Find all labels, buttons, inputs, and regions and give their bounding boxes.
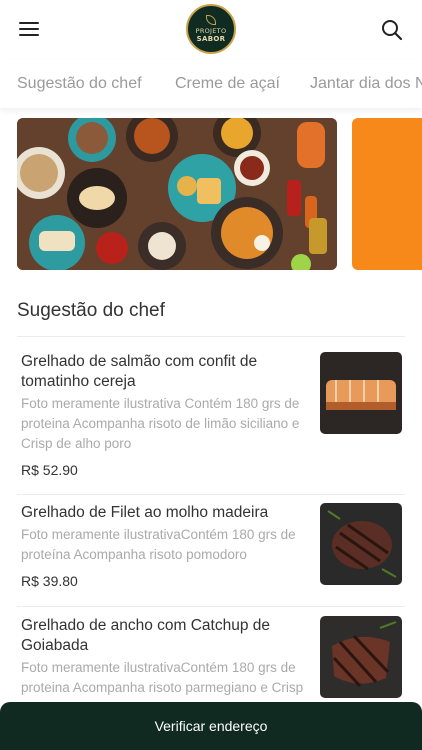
search-icon[interactable] (381, 19, 403, 41)
section-title: Sugestão do chef (17, 300, 165, 321)
item-thumb-salmao[interactable] (320, 352, 402, 434)
verify-address-button[interactable]: Verificar endereço (0, 702, 422, 750)
brand-logo[interactable]: PROJETO SABOR (186, 4, 236, 54)
item-price: R$ 52.90 (21, 462, 78, 478)
logo-line1: PROJETO (195, 27, 227, 35)
item-thumb-ancho[interactable] (320, 616, 402, 698)
tab-creme-de-acai[interactable]: Creme de açaí (175, 75, 280, 93)
verify-address-label: Verificar endereço (154, 718, 268, 734)
promo-banner-image[interactable] (17, 118, 337, 270)
tab-jantar-dia-dos-namorados[interactable]: Jantar dia dos N (310, 75, 422, 93)
item-name: Grelhado de Filet ao molho madeira (21, 504, 269, 521)
category-tabs: Sugestão do chef Creme de açaí Jantar di… (0, 60, 422, 108)
promo-banner-next[interactable] (352, 118, 422, 270)
leaf-icon (206, 15, 216, 25)
item-description: Foto meramente ilustrativa Contém 180 gr… (21, 396, 300, 451)
logo-line2: SABOR (196, 35, 226, 43)
divider (17, 606, 405, 607)
item-name: Grelhado de salmão com confit de tomatin… (21, 353, 258, 390)
item-thumb-filet[interactable] (320, 503, 402, 585)
item-description: Foto meramente ilustrativaContém 180 grs… (21, 527, 296, 562)
app-header: PROJETO SABOR (0, 0, 422, 60)
menu-icon[interactable] (19, 22, 39, 38)
divider (17, 336, 405, 337)
divider (17, 494, 405, 495)
item-name: Grelhado de ancho com Catchup de Goiabad… (21, 617, 271, 654)
tab-sugestao-do-chef[interactable]: Sugestão do chef (17, 75, 142, 93)
